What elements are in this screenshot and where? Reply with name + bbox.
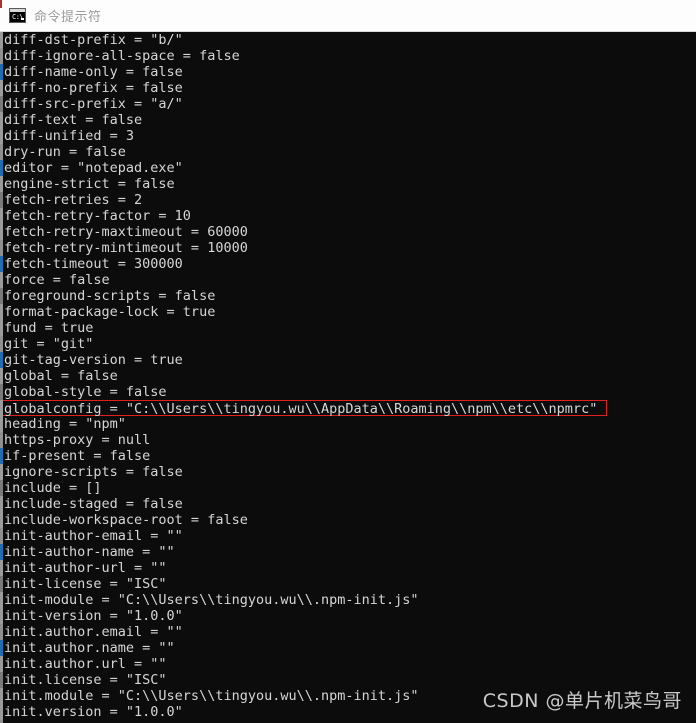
frame-edge-segment [0, 544, 3, 560]
frame-edge-segment [0, 160, 3, 176]
frame-edge-segment [0, 352, 3, 368]
console-output-area[interactable]: diff-dst-prefix = "b/" diff-ignore-all-sp… [0, 32, 696, 723]
console-line: global = false [4, 368, 118, 384]
frame-edge-segment [0, 48, 3, 64]
frame-edge-segment [0, 32, 3, 48]
frame-edge-segment [0, 208, 3, 224]
frame-edge-segment [0, 464, 3, 480]
console-line: fetch-timeout = 300000 [4, 256, 183, 272]
console-line: init-version = "1.0.0" [4, 608, 183, 624]
frame-edge-segment [0, 672, 3, 688]
console-line: engine-strict = false [4, 176, 175, 192]
console-line: git-tag-version = true [4, 352, 183, 368]
frame-edge-segment [0, 560, 3, 576]
frame-edge-segment [0, 512, 3, 528]
frame-edge-segment [0, 96, 3, 112]
frame-edge-segment [0, 80, 3, 96]
frame-edge-segment [0, 688, 3, 704]
console-line: diff-no-prefix = false [4, 80, 183, 96]
console-line: include-workspace-root = false [4, 512, 248, 528]
console-line: ignore-scripts = false [4, 464, 183, 480]
console-line: diff-dst-prefix = "b/" [4, 32, 183, 48]
console-line: git = "git" [4, 336, 94, 352]
console-line: init-license = "ISC" [4, 576, 167, 592]
frame-edge-segment [0, 272, 3, 288]
frame-edge-segment [0, 320, 3, 336]
frame-edge-segment [0, 656, 3, 672]
console-line: heading = "npm" [4, 416, 126, 432]
console-line: diff-ignore-all-space = false [4, 48, 240, 64]
console-line: format-package-lock = true [4, 304, 216, 320]
console-line: init-author-url = "" [4, 560, 167, 576]
frame-edge-segment [0, 416, 3, 432]
frame-edge-segment [0, 528, 3, 544]
console-line: fetch-retry-factor = 10 [4, 208, 191, 224]
frame-edge-segment [0, 336, 3, 352]
console-line: https-proxy = null [4, 432, 151, 448]
console-line: diff-name-only = false [4, 64, 183, 80]
frame-edge-segment [0, 592, 3, 608]
window-left-frame-edge [0, 32, 3, 723]
console-line: diff-unified = 3 [4, 128, 135, 144]
console-line: diff-text = false [4, 112, 143, 128]
frame-edge-segment [0, 256, 3, 272]
window-titlebar[interactable]: C:\ 命令提示符 [0, 0, 696, 32]
frame-edge-segment [0, 640, 3, 656]
console-line: if-present = false [4, 448, 151, 464]
frame-edge-segment [0, 240, 3, 256]
frame-edge-segment [0, 128, 3, 144]
cmd-icon-titlebar-stripe [10, 9, 25, 12]
frame-edge-segment [0, 384, 3, 400]
frame-edge-segment [0, 112, 3, 128]
console-line: init-author-name = "" [4, 544, 175, 560]
console-line: fund = true [4, 320, 94, 336]
console-line-highlighted: globalconfig = "C:\\Users\\tingyou.wu\\A… [2, 400, 607, 417]
console-line: init.author.url = "" [4, 656, 167, 672]
console-line: global-style = false [4, 384, 167, 400]
console-line: dry-run = false [4, 144, 126, 160]
frame-edge-segment [0, 496, 3, 512]
frame-edge-segment [0, 304, 3, 320]
frame-edge-segment [0, 624, 3, 640]
frame-edge-segment [0, 576, 3, 592]
console-line: init.author.name = "" [4, 640, 175, 656]
frame-edge-segment [0, 608, 3, 624]
console-line: diff-src-prefix = "a/" [4, 96, 183, 112]
console-line: editor = "notepad.exe" [4, 160, 183, 176]
console-line: init-author-email = "" [4, 528, 183, 544]
console-line: include = [] [4, 480, 102, 496]
frame-edge-segment [0, 432, 3, 448]
frame-edge-segment [0, 64, 3, 80]
frame-edge-segment [0, 704, 3, 720]
csdn-watermark: CSDN @单片机菜鸟哥 [482, 690, 682, 712]
frame-edge-segment [0, 288, 3, 304]
frame-edge-segment [0, 144, 3, 160]
titlebar-corner-artifact [0, 0, 2, 8]
frame-edge-segment [0, 400, 3, 416]
console-line: foreground-scripts = false [4, 288, 216, 304]
frame-edge-segment [0, 448, 3, 464]
console-line: fetch-retries = 2 [4, 192, 143, 208]
console-line: force = false [4, 272, 110, 288]
frame-edge-segment [0, 224, 3, 240]
console-lines: diff-dst-prefix = "b/" diff-ignore-all-sp… [2, 32, 696, 720]
window-title: 命令提示符 [34, 10, 102, 25]
console-line: init.author.email = "" [4, 624, 183, 640]
frame-edge-segment [0, 192, 3, 208]
frame-edge-segment [0, 176, 3, 192]
cmd-icon-cursor [21, 18, 24, 20]
frame-edge-segment [0, 368, 3, 384]
cmd-console-icon: C:\ [9, 8, 26, 23]
frame-edge-segment [0, 480, 3, 496]
console-line: fetch-retry-maxtimeout = 60000 [4, 224, 248, 240]
console-line: init-module = "C:\\Users\\tingyou.wu\\.n… [4, 592, 419, 608]
console-line: fetch-retry-mintimeout = 10000 [4, 240, 248, 256]
console-line: include-staged = false [4, 496, 183, 512]
command-prompt-window: C:\ 命令提示符 diff-dst-prefix = "b/" diff-ign… [0, 0, 696, 723]
